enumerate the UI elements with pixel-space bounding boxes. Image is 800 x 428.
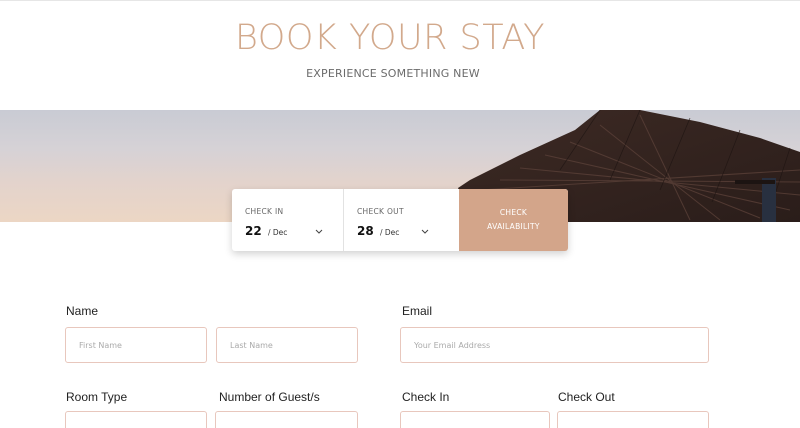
chevron-down-icon[interactable] — [315, 229, 323, 234]
name-label: Name — [66, 304, 99, 318]
form-check-in-field[interactable] — [400, 411, 550, 428]
check-in-label: CHECK IN — [245, 207, 284, 216]
room-type-field[interactable] — [65, 411, 207, 428]
check-availability-button[interactable]: CHECK AVAILABILITY — [459, 189, 568, 251]
form-check-out-field[interactable] — [557, 411, 709, 428]
check-out-day: 28 — [357, 224, 374, 238]
chevron-down-icon[interactable] — [421, 229, 429, 234]
guests-field[interactable] — [215, 411, 358, 428]
check-in-month: / Dec — [268, 228, 288, 237]
check-in-date-picker[interactable]: CHECK IN 22 / Dec — [232, 189, 344, 251]
email-field[interactable] — [400, 327, 709, 363]
room-type-label: Room Type — [66, 390, 128, 404]
form-check-in-label: Check In — [402, 390, 450, 404]
check-out-date-picker[interactable]: CHECK OUT 28 / Dec — [344, 189, 459, 251]
check-out-month: / Dec — [380, 228, 400, 237]
check-availability-label-line1: CHECK — [499, 208, 528, 217]
page-subtitle: EXPERIENCE SOMETHING NEW — [306, 67, 480, 80]
check-out-label: CHECK OUT — [357, 207, 404, 216]
email-label: Email — [402, 304, 433, 318]
last-name-field[interactable] — [216, 327, 358, 363]
check-availability-label-line2: AVAILABILITY — [487, 222, 540, 231]
availability-search-bar: CHECK IN 22 / Dec CHECK OUT 28 / Dec CHE… — [232, 189, 568, 251]
page-title: BOOK YOUR STAY — [234, 18, 546, 58]
check-in-day: 22 — [245, 224, 262, 238]
top-divider — [0, 0, 800, 1]
form-check-out-label: Check Out — [558, 390, 615, 404]
guests-label: Number of Guest/s — [219, 390, 320, 404]
first-name-field[interactable] — [65, 327, 207, 363]
